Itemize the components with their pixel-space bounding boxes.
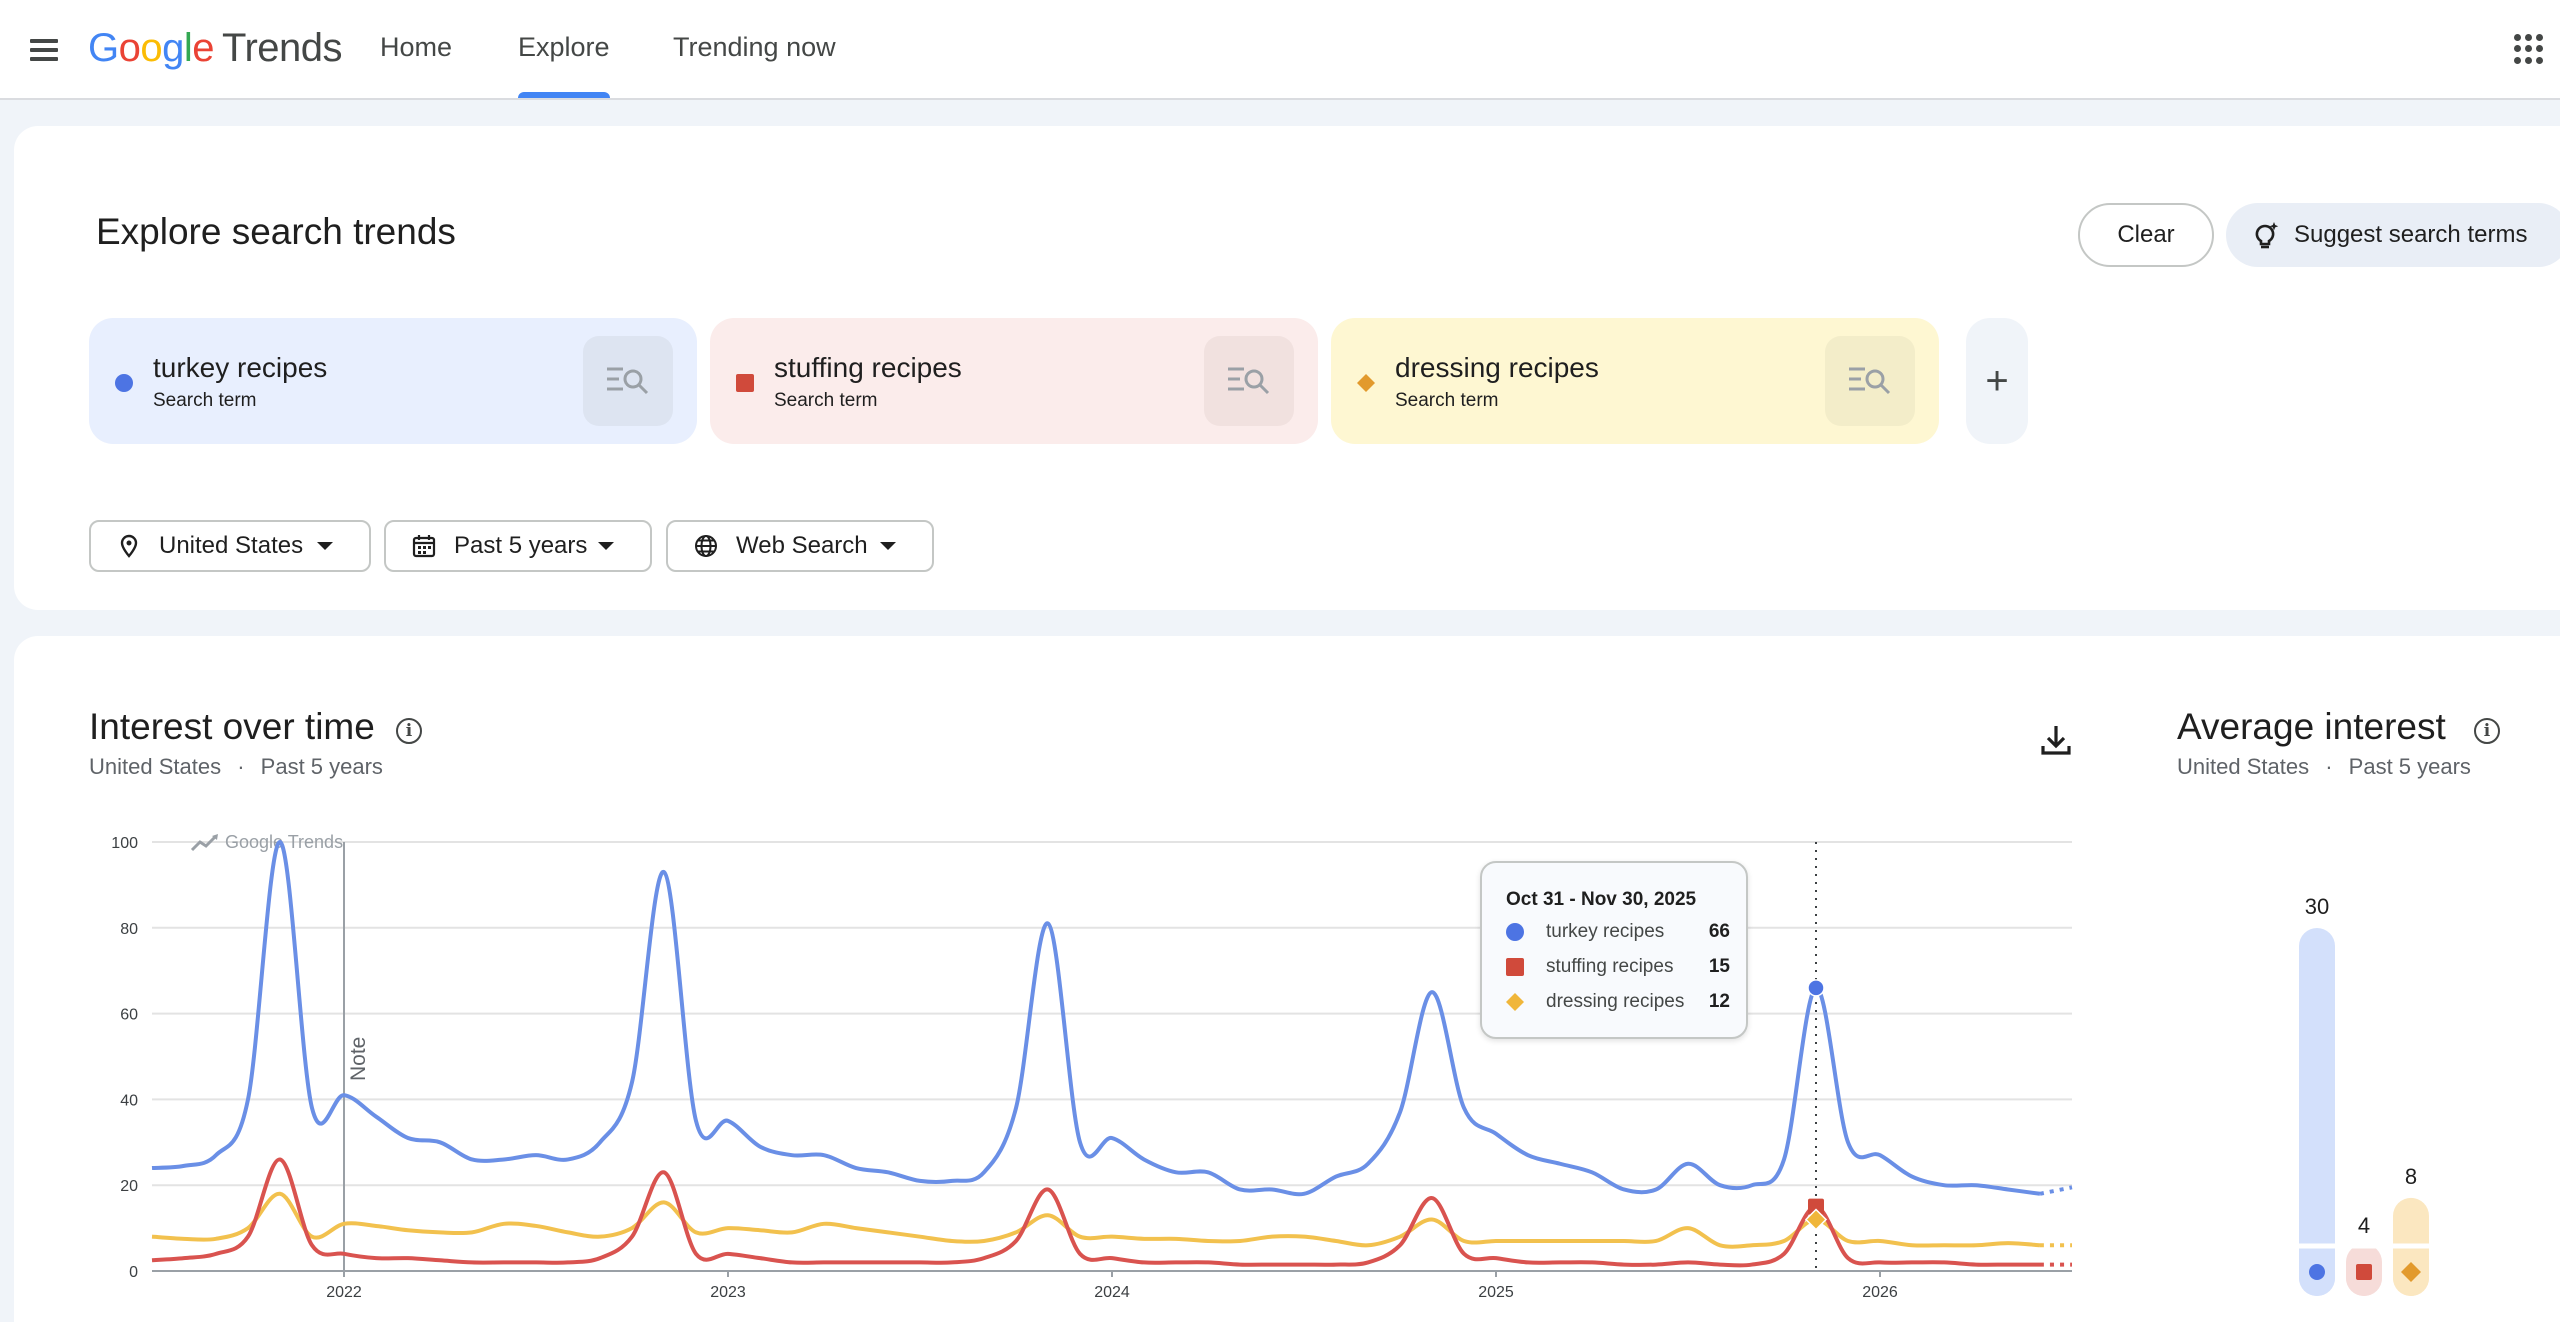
series-line-dressing-recipes	[151, 1191, 2041, 1249]
yellow-diamond-marker-icon	[1506, 993, 1524, 1011]
y-tick-label: 0	[129, 1264, 138, 1281]
tooltip-row: stuffing recipes 15	[1506, 954, 1730, 980]
line-series	[151, 839, 2073, 1268]
y-axis-tick-labels: 0 20 40 60 80 100	[111, 835, 138, 1281]
red-square-marker-icon	[1506, 958, 1524, 976]
chart-grid	[152, 841, 2072, 1272]
interest-over-time-chart[interactable]: 020406080100 2022 2023 2024 2025 2026 Google…	[0, 0, 2560, 1322]
tooltip-row-value: 12	[1708, 991, 1730, 1012]
x-tick-label: 2025	[1478, 1284, 1514, 1301]
series-line-turkey-recipes	[151, 839, 2041, 1197]
x-tick-label: 2026	[1862, 1284, 1898, 1301]
series-line-stuffing-recipes	[151, 1157, 2040, 1268]
x-tick-label: 2022	[326, 1284, 362, 1301]
tooltip-row-value: 66	[1708, 921, 1730, 942]
series-partial-line-turkey-recipes	[2039, 1185, 2073, 1196]
tooltip-row-label: stuffing recipes	[1546, 956, 1674, 977]
highlight-point-turkey-recipes	[1807, 979, 1825, 997]
y-tick-label: 40	[120, 1092, 138, 1109]
x-tick-label: 2023	[710, 1284, 746, 1301]
x-tick-label: 2024	[1094, 1284, 1130, 1301]
blue-circle-marker-icon	[1506, 923, 1524, 941]
y-tick-label: 80	[120, 921, 138, 938]
y-tick-label: 60	[120, 1007, 138, 1024]
tooltip-row-label: dressing recipes	[1546, 991, 1685, 1012]
tooltip-row: turkey recipes 66	[1506, 919, 1730, 945]
tooltip-row-value: 15	[1708, 956, 1730, 977]
chart-tooltip: Oct 31 - Nov 30, 2025 turkey recipes 66 …	[1480, 861, 1748, 1039]
y-tick-label: 20	[120, 1178, 138, 1195]
x-axis-tick-labels: 2022 2023 2024 2025 2026	[326, 1271, 1898, 1301]
tooltip-row: dressing recipes 12	[1506, 989, 1730, 1015]
tooltip-date: Oct 31 - Nov 30, 2025	[1506, 889, 1697, 910]
y-tick-label: 100	[111, 835, 138, 852]
tooltip-row-label: turkey recipes	[1546, 921, 1665, 942]
note-label[interactable]: Note	[347, 1037, 370, 1081]
